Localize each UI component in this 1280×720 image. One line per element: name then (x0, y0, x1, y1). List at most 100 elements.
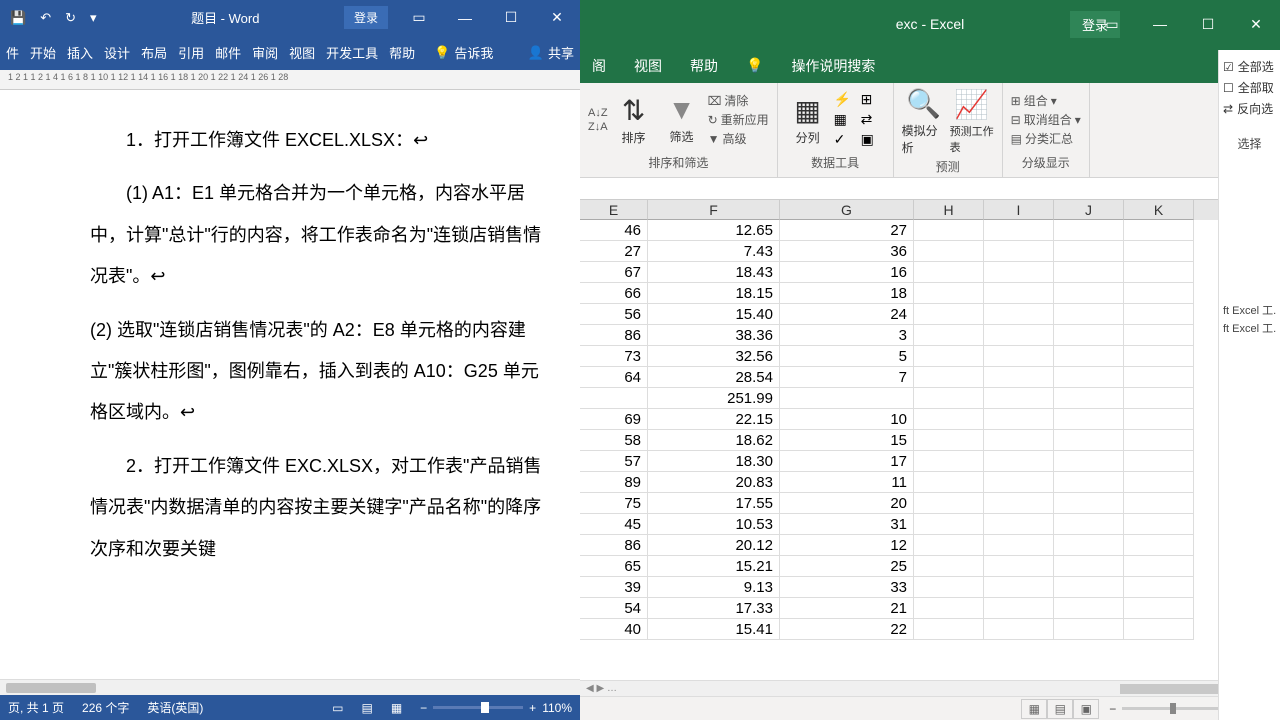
table-row[interactable]: 7332.565 (580, 346, 1280, 367)
cell[interactable]: 66 (580, 283, 648, 304)
cell[interactable]: 10.53 (648, 514, 780, 535)
cell[interactable] (1054, 493, 1124, 514)
cell[interactable] (984, 619, 1054, 640)
cell[interactable]: 24 (780, 304, 914, 325)
cell[interactable] (914, 430, 984, 451)
cell[interactable]: 18.62 (648, 430, 780, 451)
cell[interactable] (1054, 325, 1124, 346)
tellme-search[interactable]: 操作说明搜索 (791, 56, 875, 76)
tab-insert[interactable]: 插入 (67, 43, 93, 62)
view-pagebreak-icon[interactable]: ▣ (1073, 699, 1099, 719)
cell[interactable]: 20 (780, 493, 914, 514)
status-language[interactable]: 英语(英国) (147, 699, 203, 716)
zoom-slider[interactable] (1122, 707, 1222, 710)
datamodel-icon[interactable]: ▣ (861, 131, 885, 148)
word-ruler[interactable]: 1 2 1 1 2 1 4 1 6 1 8 1 10 1 12 1 14 1 1… (0, 70, 580, 90)
table-row[interactable]: 4612.6527 (580, 220, 1280, 241)
cell[interactable] (1054, 283, 1124, 304)
cell[interactable] (984, 304, 1054, 325)
cell[interactable] (984, 283, 1054, 304)
cell[interactable] (1124, 451, 1194, 472)
removedup-icon[interactable]: ▦ (834, 111, 858, 128)
cell[interactable] (1054, 472, 1124, 493)
table-row[interactable]: 6618.1518 (580, 283, 1280, 304)
tab-references[interactable]: 引用 (178, 43, 204, 62)
cell[interactable]: 54 (580, 598, 648, 619)
tab-help[interactable]: 帮助 (690, 56, 718, 76)
select-all-button[interactable]: ☑全部选 (1223, 58, 1276, 75)
cell[interactable] (984, 493, 1054, 514)
cell[interactable]: 22.15 (648, 409, 780, 430)
status-pages[interactable]: 页, 共 1 页 (8, 699, 64, 716)
sort-asc-icon[interactable]: A↓Z (588, 107, 608, 119)
cell[interactable] (914, 451, 984, 472)
cell[interactable]: 65 (580, 556, 648, 577)
cell[interactable] (1124, 598, 1194, 619)
table-row[interactable]: 251.99 (580, 388, 1280, 409)
cell[interactable] (1124, 430, 1194, 451)
cell[interactable]: 33 (780, 577, 914, 598)
flashfill-icon[interactable]: ⚡ (834, 91, 858, 108)
cell[interactable] (914, 493, 984, 514)
cell[interactable]: 12 (780, 535, 914, 556)
table-row[interactable]: 4015.4122 (580, 619, 1280, 640)
cell[interactable]: 86 (580, 535, 648, 556)
col-header-G[interactable]: G (780, 200, 914, 220)
cell[interactable]: 45 (580, 514, 648, 535)
cell[interactable] (984, 409, 1054, 430)
cell[interactable] (914, 220, 984, 241)
cell[interactable]: 64 (580, 367, 648, 388)
filter-button[interactable]: ▼ 筛选 (660, 94, 704, 145)
cell[interactable] (914, 619, 984, 640)
select-none-button[interactable]: ☐全部取 (1223, 79, 1276, 96)
word-hscrollbar[interactable] (0, 679, 580, 695)
cell[interactable] (984, 451, 1054, 472)
cell[interactable]: 15.40 (648, 304, 780, 325)
cell[interactable]: 18.15 (648, 283, 780, 304)
cell[interactable] (1054, 388, 1124, 409)
cell[interactable]: 89 (580, 472, 648, 493)
invert-selection-button[interactable]: ⇄反向选 (1223, 100, 1276, 117)
cell[interactable]: 17.55 (648, 493, 780, 514)
cell[interactable]: 9.13 (648, 577, 780, 598)
table-row[interactable]: 277.4336 (580, 241, 1280, 262)
cell[interactable]: 7 (780, 367, 914, 388)
cell[interactable] (984, 430, 1054, 451)
cell[interactable] (914, 598, 984, 619)
sort-desc-icon[interactable]: Z↓A (588, 121, 608, 133)
cell[interactable] (1054, 241, 1124, 262)
cell[interactable] (1124, 367, 1194, 388)
cell[interactable]: 25 (780, 556, 914, 577)
tellme-search[interactable]: 💡 告诉我 (434, 43, 493, 62)
cell[interactable] (984, 241, 1054, 262)
cell[interactable]: 17 (780, 451, 914, 472)
cell[interactable] (984, 325, 1054, 346)
recent-file-2[interactable]: ft Excel 工... (1223, 320, 1276, 336)
view-normal-icon[interactable]: ▦ (1021, 699, 1047, 719)
zoom-out-icon[interactable]: − (1109, 702, 1116, 716)
cell[interactable] (1124, 514, 1194, 535)
texttocolumns-button[interactable]: ▦ 分列 (786, 94, 830, 146)
cell[interactable]: 36 (780, 241, 914, 262)
cell[interactable] (914, 367, 984, 388)
col-header-F[interactable]: F (648, 200, 780, 220)
zoom-level[interactable]: 110% (542, 701, 572, 715)
zoom-in-icon[interactable]: + (529, 701, 536, 715)
cell[interactable] (1124, 535, 1194, 556)
cell[interactable] (914, 535, 984, 556)
table-row[interactable]: 6515.2125 (580, 556, 1280, 577)
col-header-K[interactable]: K (1124, 200, 1194, 220)
cell[interactable] (1124, 388, 1194, 409)
tab-file[interactable]: 件 (6, 43, 19, 62)
undo-icon[interactable]: ↶ (40, 10, 51, 26)
minimize-icon[interactable]: — (442, 0, 488, 35)
cell[interactable] (914, 304, 984, 325)
cell[interactable] (984, 514, 1054, 535)
cell[interactable] (984, 388, 1054, 409)
whatif-button[interactable]: 🔍 模拟分析 (902, 87, 946, 156)
cell[interactable]: 20.83 (648, 472, 780, 493)
cell[interactable]: 56 (580, 304, 648, 325)
cell[interactable]: 38.36 (648, 325, 780, 346)
cell[interactable] (780, 388, 914, 409)
ribbon-display-icon[interactable]: ▭ (1088, 0, 1136, 48)
